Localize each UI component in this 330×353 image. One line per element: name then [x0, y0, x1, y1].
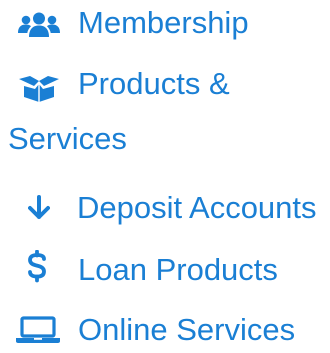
nav-item-online-services[interactable]: Online Services	[0, 307, 330, 353]
nav-item-label-continued: Services	[8, 121, 127, 156]
nav-item-loan-products[interactable]: Loan Products	[0, 245, 330, 291]
nav-item-membership[interactable]: Membership	[0, 0, 330, 46]
nav-item-label: Online Services	[78, 312, 296, 347]
box-open-icon	[18, 74, 60, 102]
users-icon	[18, 10, 60, 37]
laptop-icon	[15, 316, 61, 344]
side-navigation-menu: Membership Products & Services Deposit A	[0, 0, 330, 353]
arrow-down-icon	[28, 193, 50, 219]
nav-item-products-services[interactable]: Products & Services	[0, 62, 330, 162]
nav-item-label: Deposit Accounts	[77, 190, 317, 225]
nav-item-deposit-accounts[interactable]: Deposit Accounts	[0, 183, 330, 229]
dollar-sign-icon	[24, 249, 50, 286]
nav-item-label: Loan Products	[78, 252, 278, 287]
nav-item-label: Membership	[78, 5, 249, 40]
nav-item-label: Products &	[78, 66, 230, 101]
